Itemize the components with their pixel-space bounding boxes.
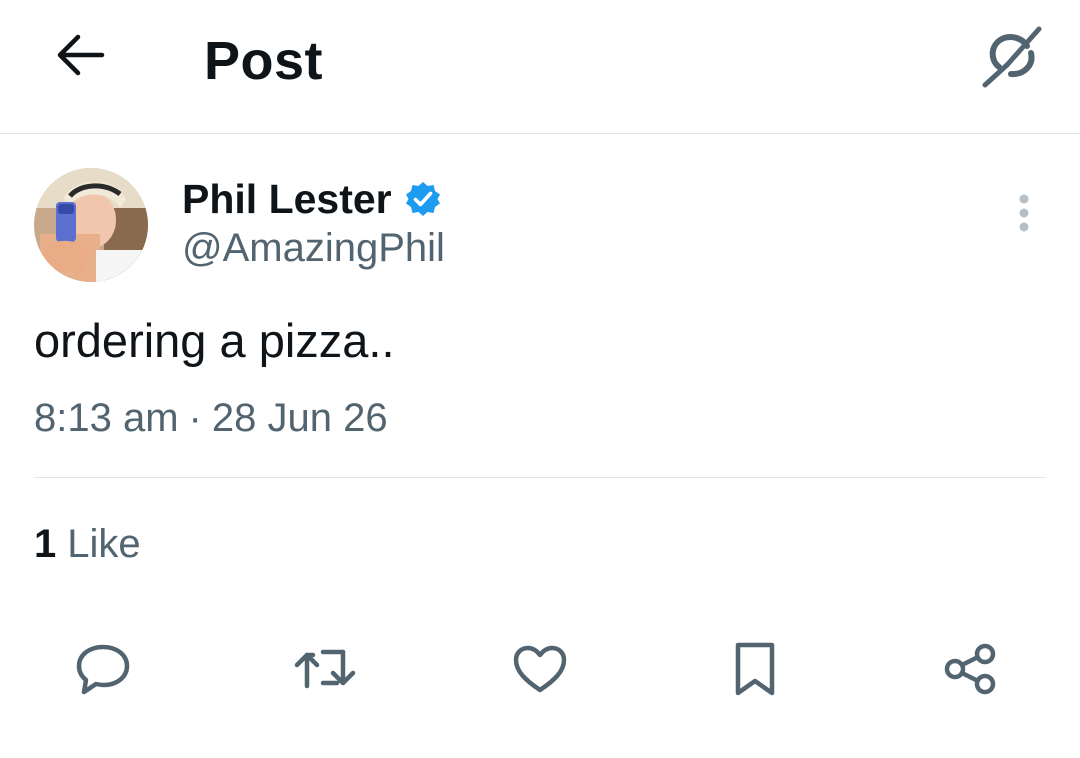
- repost-icon: [293, 644, 357, 699]
- page-title: Post: [204, 31, 324, 91]
- likes-count: 1: [34, 522, 57, 566]
- grok-button[interactable]: [970, 18, 1054, 98]
- post-time[interactable]: 8:13 am: [34, 390, 179, 446]
- grok-icon: [977, 23, 1047, 94]
- like-button[interactable]: [505, 636, 575, 706]
- post-text: ordering a pizza..: [34, 314, 395, 367]
- bookmark-icon: [732, 641, 778, 702]
- reply-icon: [74, 642, 132, 701]
- like-icon: [511, 643, 569, 700]
- reply-button[interactable]: [68, 636, 138, 706]
- verified-badge-icon: [404, 180, 442, 218]
- post-detail-screen: Post Phil Lester @AmazingPhil ordering a…: [0, 0, 1080, 758]
- author-name[interactable]: Phil Lester: [182, 172, 392, 226]
- likes-label: Like: [67, 522, 141, 566]
- share-icon: [942, 641, 998, 702]
- back-button[interactable]: [40, 22, 120, 92]
- divider: [34, 477, 1046, 478]
- timestamp-separator: ·: [188, 396, 202, 440]
- post-timestamp: 8:13 am · 28 Jun 26: [34, 390, 388, 446]
- more-vertical-icon: [1018, 193, 1030, 238]
- bookmark-button[interactable]: [720, 636, 790, 706]
- author-name-row: Phil Lester: [182, 172, 442, 226]
- share-button[interactable]: [935, 636, 1005, 706]
- avatar[interactable]: [34, 168, 148, 282]
- post-date[interactable]: 28 Jun 26: [212, 390, 388, 446]
- likes-summary[interactable]: 1 Like: [34, 516, 141, 572]
- repost-button[interactable]: [290, 636, 360, 706]
- arrow-left-icon: [54, 33, 106, 82]
- more-options-button[interactable]: [1002, 190, 1046, 240]
- author-handle[interactable]: @AmazingPhil: [182, 222, 445, 274]
- top-bar: Post: [0, 0, 1080, 134]
